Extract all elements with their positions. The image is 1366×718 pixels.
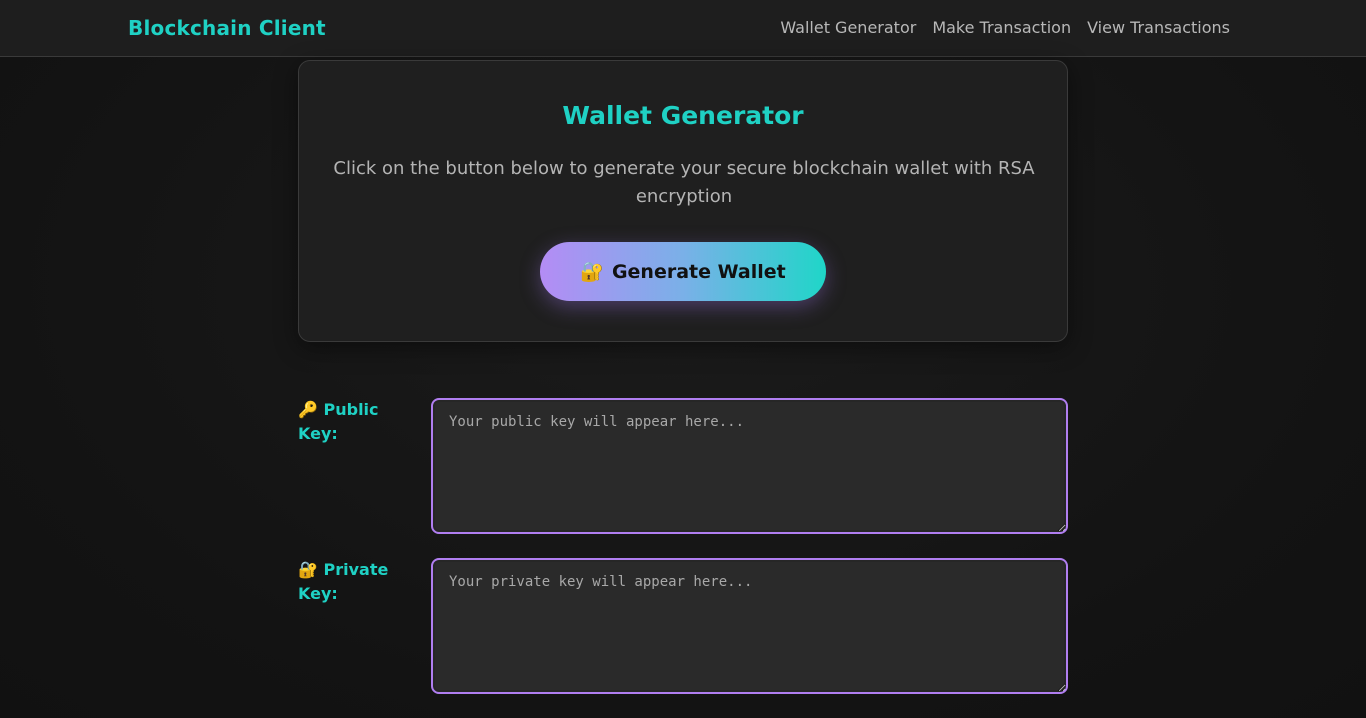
lock-key-icon: 🔐 (298, 560, 318, 579)
top-navbar: Blockchain Client Wallet Generator Make … (0, 0, 1366, 57)
nav-link-view-transactions[interactable]: View Transactions (1087, 18, 1230, 37)
wallet-generator-card: Wallet Generator Click on the button bel… (298, 60, 1068, 342)
nav-link-wallet-generator[interactable]: Wallet Generator (780, 18, 916, 37)
brand-title[interactable]: Blockchain Client (128, 16, 326, 40)
card-description: Click on the button below to generate yo… (333, 158, 1035, 207)
private-key-label: 🔐 Private Key: (298, 558, 418, 606)
lock-key-icon: 🔐 (580, 261, 604, 283)
key-icon: 🔑 (298, 400, 318, 419)
card-title: Wallet Generator (562, 101, 804, 130)
public-key-label: 🔑 Public Key: (298, 398, 418, 446)
generate-wallet-button[interactable]: 🔐 Generate Wallet (540, 242, 826, 301)
generate-wallet-label: Generate Wallet (611, 260, 786, 283)
public-key-field[interactable] (431, 398, 1068, 534)
nav-link-make-transaction[interactable]: Make Transaction (932, 18, 1071, 37)
nav-links: Wallet Generator Make Transaction View T… (780, 18, 1230, 37)
private-key-field[interactable] (431, 558, 1068, 694)
